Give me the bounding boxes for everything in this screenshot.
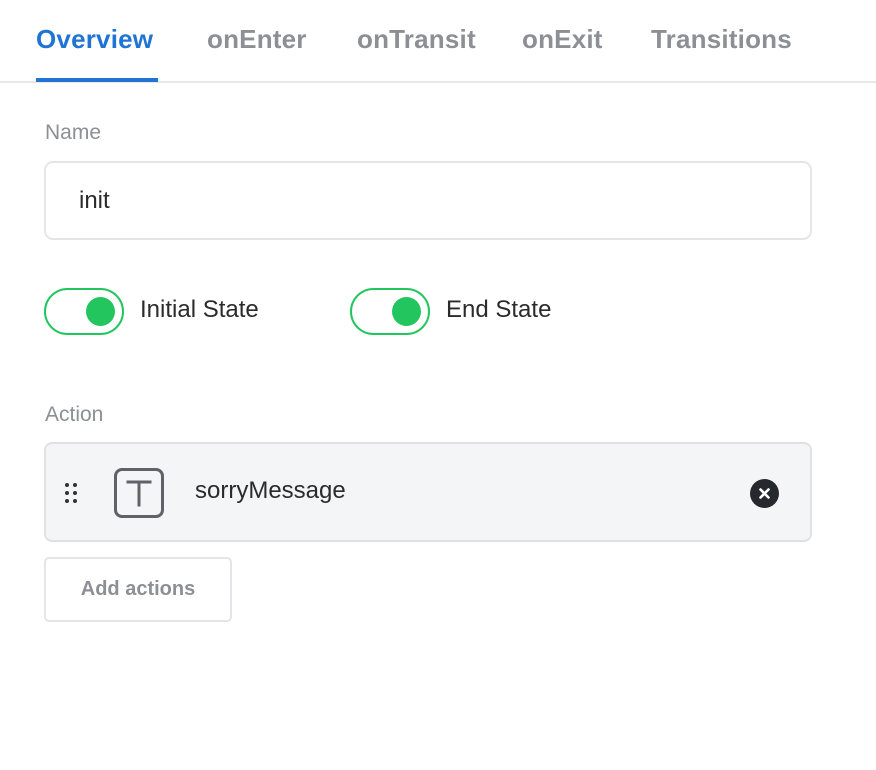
close-icon: [759, 488, 770, 499]
name-input[interactable]: init: [44, 161, 812, 240]
end-state-toggle-knob: [392, 297, 421, 326]
add-actions-button[interactable]: Add actions: [44, 557, 232, 622]
initial-state-label: Initial State: [140, 296, 259, 323]
tab-bar: Overview onEnter onTransit onExit Transi…: [0, 0, 876, 83]
tab-on-enter[interactable]: onEnter: [207, 24, 307, 55]
initial-state-toggle[interactable]: [44, 288, 124, 335]
initial-state-toggle-knob: [86, 297, 115, 326]
drag-handle-icon[interactable]: [65, 483, 81, 505]
text-t-icon: [114, 468, 164, 518]
name-label: Name: [45, 121, 102, 144]
action-item: sorryMessage: [44, 442, 812, 542]
end-state-label: End State: [446, 296, 552, 323]
tab-on-exit[interactable]: onExit: [522, 24, 603, 55]
name-input-value: init: [79, 186, 110, 214]
action-label: Action: [45, 403, 104, 426]
action-name: sorryMessage: [195, 477, 346, 504]
remove-action-button[interactable]: [750, 479, 779, 508]
tab-overview[interactable]: Overview: [36, 24, 153, 55]
tab-on-transit[interactable]: onTransit: [357, 24, 476, 55]
end-state-toggle[interactable]: [350, 288, 430, 335]
active-tab-indicator: [36, 78, 158, 82]
tab-transitions[interactable]: Transitions: [651, 24, 792, 55]
